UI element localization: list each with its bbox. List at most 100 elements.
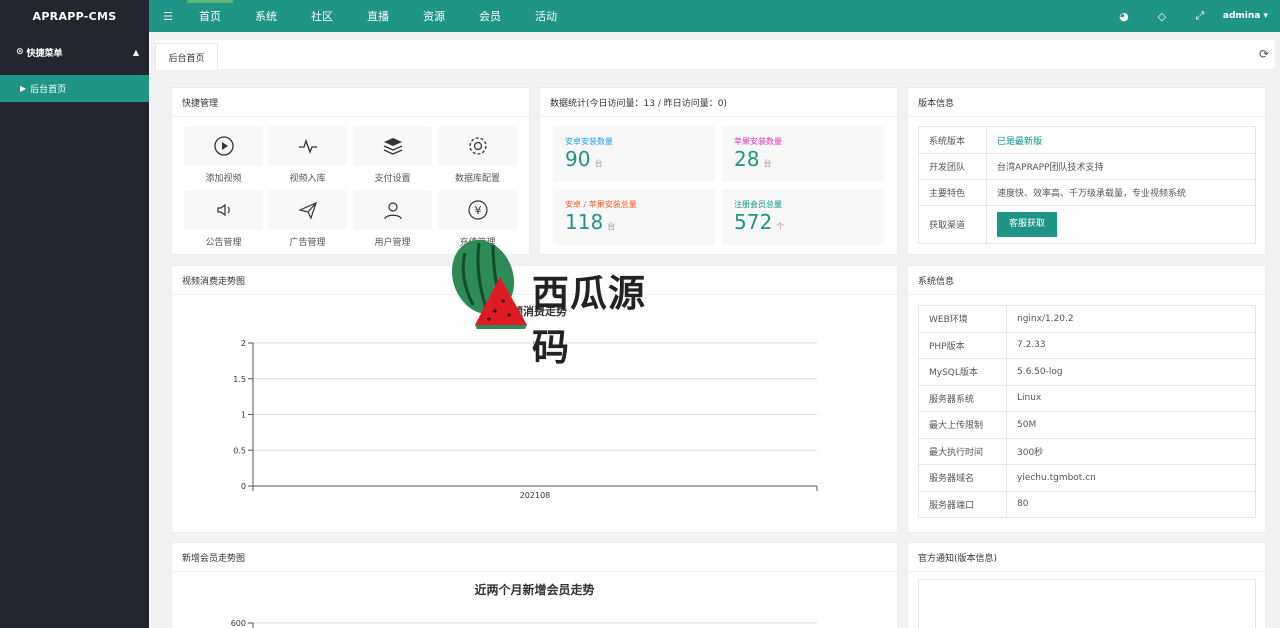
y-tick-label: 0.5 bbox=[233, 446, 246, 455]
version-key: 获取渠道 bbox=[918, 205, 987, 244]
nav-members[interactable]: 会员 bbox=[467, 0, 513, 32]
sysinfo-value: 7.2.33 bbox=[1006, 331, 1256, 359]
get-support-button[interactable]: 客服获取 bbox=[997, 212, 1058, 237]
sysinfo-key: 服务器端口 bbox=[918, 490, 1007, 518]
sidebar-section-label: 快捷菜单 bbox=[26, 48, 63, 59]
sysinfo-key: MySQL版本 bbox=[918, 358, 1007, 386]
sysinfo-value: 5.6.50-log bbox=[1006, 358, 1256, 386]
quick-database-config-button[interactable] bbox=[438, 126, 517, 166]
user-icon bbox=[383, 202, 402, 220]
sidebar-item-dashboard[interactable]: ▶ 后台首页 bbox=[0, 75, 149, 102]
app-logo[interactable]: APRAPP-CMS bbox=[0, 0, 149, 32]
sysinfo-value: nginx/1.20.2 bbox=[1006, 305, 1256, 333]
top-right-tools: ◕ ◇ ⤢ admina ▾ bbox=[1105, 0, 1268, 32]
fullscreen-icon[interactable]: ⤢ bbox=[1181, 9, 1219, 23]
speaker-icon bbox=[216, 203, 230, 217]
main-area: 后台首页 ⟳ 快捷管理 添加视频 视频入库 支付设置 数据库配置 ¥ 公告管理 … bbox=[149, 32, 1280, 628]
notice-content bbox=[918, 579, 1256, 628]
main-nav: 首页 系统 社区 直播 资源 会员 活动 bbox=[187, 0, 579, 32]
collapse-arrow-icon: ▲ bbox=[132, 47, 139, 57]
user-menu[interactable]: admina ▾ bbox=[1223, 11, 1268, 21]
quick-users-button[interactable] bbox=[353, 190, 432, 230]
table-row: 开发团队 台湾APRAPP团队技术支持 bbox=[918, 153, 1256, 180]
version-table: 系统版本 已是最新版 开发团队 台湾APRAPP团队技术支持 主要特色 速度快、效率高… bbox=[918, 126, 1256, 244]
y-tick-label: 2 bbox=[241, 339, 246, 348]
version-card: 版本信息 系统版本 已是最新版 开发团队 台湾APRAPP团队技术支持 主要特色 速度… bbox=[907, 87, 1266, 255]
chart-title: 近两个月新增会员走势 bbox=[474, 583, 595, 597]
notice-card: 官方通知(版本信息) bbox=[907, 542, 1266, 628]
version-key: 开发团队 bbox=[918, 153, 987, 180]
layers-icon bbox=[383, 138, 402, 155]
sysinfo-key: 最大执行时间 bbox=[918, 437, 1007, 465]
quick-label: 视频入库 bbox=[289, 174, 326, 184]
quick-add-video-button[interactable] bbox=[184, 126, 263, 166]
section-icon: ⊙ bbox=[16, 47, 24, 57]
nav-live[interactable]: 直播 bbox=[355, 0, 401, 32]
tag-icon[interactable]: ◇ bbox=[1143, 10, 1181, 23]
sysinfo-key: WEB环境 bbox=[918, 305, 1007, 333]
quick-recharge-button[interactable]: ¥ bbox=[438, 190, 517, 230]
quick-video-import-button[interactable] bbox=[268, 126, 347, 166]
quick-label: 支付设置 bbox=[374, 174, 411, 184]
sidebar-section-quick-menu[interactable]: ⊙ 快捷菜单 ▲ bbox=[0, 32, 149, 72]
theme-icon[interactable]: ◕ bbox=[1105, 10, 1143, 23]
table-row: 服务器域名 yiechu.tgmbot.cn bbox=[918, 464, 1256, 492]
stat-value: 28 bbox=[734, 147, 760, 171]
menu-fold-icon[interactable]: ☰ bbox=[149, 10, 187, 23]
paper-plane-icon bbox=[297, 201, 317, 220]
sysinfo-key: 最大上传限制 bbox=[918, 411, 1007, 439]
play-icon bbox=[213, 136, 234, 156]
quick-label: 数据库配置 bbox=[454, 174, 500, 184]
stat-label: 安卓安装数量 bbox=[565, 137, 613, 146]
yen-icon: ¥ bbox=[467, 200, 488, 220]
system-info-table: WEB环境 nginx/1.20.2 PHP版本 7.2.33 MySQL版本 5.6.5… bbox=[918, 305, 1256, 518]
stat-unit: 台 bbox=[763, 159, 772, 168]
quick-label: 添加视频 bbox=[205, 174, 242, 184]
y-tick-label: 1.5 bbox=[233, 375, 246, 384]
table-row: PHP版本 7.2.33 bbox=[918, 331, 1256, 359]
table-row: 服务器系统 Linux bbox=[918, 384, 1256, 412]
table-row: MySQL版本 5.6.50-log bbox=[918, 358, 1256, 386]
refresh-icon[interactable]: ⟳ bbox=[1259, 47, 1269, 61]
table-row: WEB环境 nginx/1.20.2 bbox=[918, 305, 1256, 333]
card-title: 新增会员走势图 bbox=[172, 543, 897, 572]
tab-bar: 后台首页 ⟳ bbox=[155, 40, 1275, 70]
member-chart: 600 bbox=[231, 619, 817, 628]
quick-ads-button[interactable] bbox=[268, 190, 347, 230]
nav-resources[interactable]: 资源 bbox=[411, 0, 457, 32]
table-row: 获取渠道 客服获取 bbox=[918, 205, 1256, 244]
nav-activities[interactable]: 活动 bbox=[523, 0, 569, 32]
sysinfo-value: 80 bbox=[1006, 490, 1256, 518]
card-title: 快捷管理 bbox=[172, 88, 529, 117]
table-row: 主要特色 速度快、效率高、千万级承载量，专业视频系统 bbox=[918, 179, 1256, 206]
sysinfo-key: PHP版本 bbox=[918, 331, 1007, 359]
member-chart-card: 新增会员走势图 近两个月新增会员走势 600 bbox=[171, 542, 898, 628]
quick-label: 用户管理 bbox=[374, 238, 411, 248]
card-title: 系统信息 bbox=[908, 266, 1265, 295]
nav-home[interactable]: 首页 bbox=[187, 0, 233, 32]
table-row: 系统版本 已是最新版 bbox=[918, 126, 1256, 154]
nav-system[interactable]: 系统 bbox=[243, 0, 289, 32]
stat-label: 注册会员总量 bbox=[734, 200, 782, 209]
sysinfo-key: 服务器系统 bbox=[918, 384, 1007, 412]
quick-label: 公告管理 bbox=[205, 238, 242, 248]
version-value: 台湾APRAPP团队技术支持 bbox=[986, 153, 1256, 180]
quick-payment-settings-button[interactable] bbox=[353, 126, 432, 166]
watermark-text: 西瓜源码 bbox=[532, 272, 646, 369]
version-key: 系统版本 bbox=[918, 126, 987, 154]
dashboard-content: 快捷管理 添加视频 视频入库 支付设置 数据库配置 ¥ 公告管理 广告管理 用户… bbox=[162, 70, 1280, 628]
svg-text:¥: ¥ bbox=[474, 204, 481, 217]
nav-community[interactable]: 社区 bbox=[299, 0, 345, 32]
version-value: 速度快、效率高、千万级承载量，专业视频系统 bbox=[986, 179, 1256, 206]
quick-label: 广告管理 bbox=[289, 238, 326, 248]
tab-dashboard[interactable]: 后台首页 bbox=[155, 43, 218, 70]
stat-value: 572 bbox=[734, 210, 773, 234]
table-row: 服务器端口 80 bbox=[918, 490, 1256, 518]
quick-announcement-button[interactable] bbox=[184, 190, 263, 230]
y-tick-label: 0 bbox=[241, 482, 246, 491]
watermelon-logo-icon bbox=[451, 239, 527, 329]
card-title: 版本信息 bbox=[908, 88, 1265, 117]
top-navbar: ☰ 首页 系统 社区 直播 资源 会员 活动 ◕ ◇ ⤢ admina ▾ bbox=[149, 0, 1280, 32]
system-info-card: 系统信息 WEB环境 nginx/1.20.2 PHP版本 7.2.33 MySQL版本… bbox=[907, 265, 1266, 533]
sidebar-item-label: 后台首页 bbox=[30, 85, 67, 95]
